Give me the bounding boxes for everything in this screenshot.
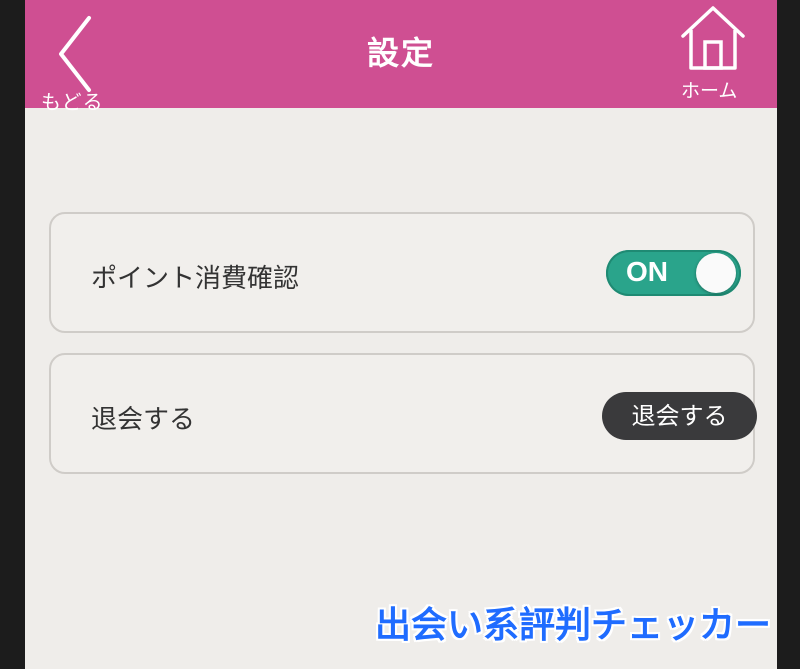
toggle-knob (696, 253, 736, 293)
home-label: ホーム (681, 80, 738, 102)
app-screen: もどる 設定 ホーム ポイント消費確認 ON 退会する 退会する 出会い系評判チ… (25, 0, 777, 669)
back-label: もどる (41, 90, 104, 114)
withdraw-label: 退会する (91, 405, 196, 435)
watermark-text: 出会い系評判チェッカー (375, 605, 772, 646)
home-icon (681, 6, 745, 70)
home-button[interactable]: ホーム (665, 0, 765, 108)
withdraw-row: 退会する 退会する (49, 353, 757, 474)
point-confirm-label: ポイント消費確認 (91, 264, 300, 294)
toggle-state-text: ON (626, 256, 668, 287)
point-confirm-row: ポイント消費確認 ON (49, 212, 755, 333)
withdraw-button[interactable]: 退会する (602, 392, 757, 440)
point-confirm-toggle[interactable]: ON (606, 250, 741, 296)
header-bar: もどる 設定 ホーム (25, 0, 777, 114)
